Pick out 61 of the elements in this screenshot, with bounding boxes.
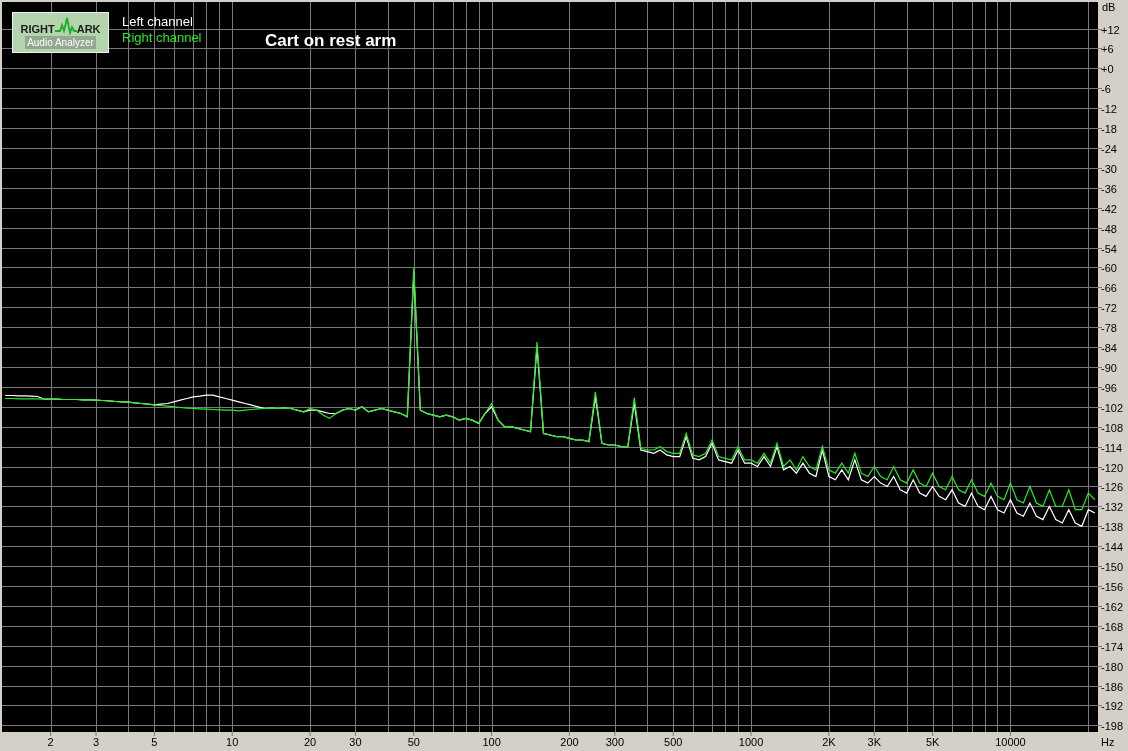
axis-tick-label: -156	[1101, 580, 1124, 593]
axis-tick-label: -150	[1101, 560, 1124, 573]
axis-tick-label: -174	[1101, 640, 1124, 653]
axis-tick-label: -42	[1101, 202, 1117, 215]
axis-tick-label: -96	[1101, 381, 1117, 394]
axis-tick-label: 200	[560, 736, 579, 748]
axis-tick-label: -102	[1101, 401, 1124, 414]
axis-tick-label: 50	[407, 736, 420, 748]
legend-label: Right channel	[122, 30, 202, 46]
axis-tick-label: -30	[1101, 162, 1117, 175]
legend-label: Left channel	[122, 14, 194, 30]
axis-tick-label: 100	[482, 736, 501, 748]
axis-tick-label: -108	[1101, 421, 1124, 434]
axis-tick-label: -186	[1101, 680, 1124, 693]
axis-tick-label: 3K	[867, 736, 881, 748]
axis-tick-label: -114	[1101, 441, 1123, 454]
axis-tick-label: -132	[1101, 500, 1124, 513]
axis-tick-label: -54	[1101, 242, 1117, 255]
axis-tick-label: -72	[1101, 301, 1117, 314]
axis-tick-label: 1000	[738, 736, 764, 748]
logo-text: RIGHT	[20, 22, 55, 35]
axis-tick-label: -120	[1101, 461, 1124, 474]
axis-tick-label: 5K	[925, 736, 940, 748]
axis-tick-label: 10000	[995, 736, 1026, 748]
axis-tick-label: -168	[1101, 620, 1124, 633]
waveform-icon	[54, 16, 77, 35]
axis-tick-label: 30	[349, 736, 362, 748]
axis-tick-label: -84	[1101, 341, 1117, 354]
axis-tick-label: 10	[226, 736, 239, 748]
axis-tick-label: -66	[1101, 281, 1117, 294]
axis-tick-label: -192	[1101, 699, 1124, 712]
axis-tick-label: -36	[1101, 182, 1117, 195]
axis-tick-label: -90	[1101, 361, 1117, 374]
axis-tick-label: -24	[1101, 142, 1117, 155]
logo-text: ARK	[76, 22, 101, 35]
axis-tick-label: -78	[1101, 321, 1117, 334]
axis-tick-label: -12	[1101, 102, 1117, 115]
axis-tick-label: -180	[1101, 660, 1124, 673]
chart-title: Cart on rest arm	[265, 31, 397, 51]
axis-tick-label: 300	[605, 736, 625, 748]
axis-tick-label: +0	[1101, 62, 1114, 75]
axis-tick-label: 2	[47, 736, 54, 748]
axis-tick-label: -126	[1101, 480, 1124, 493]
axis-tick-label: -138	[1101, 520, 1124, 533]
axis-label: dB	[1102, 1, 1116, 13]
axis-tick-label: -60	[1101, 261, 1117, 274]
axis-tick-label: -162	[1101, 600, 1124, 613]
axis-tick-label: -144	[1101, 540, 1124, 553]
axis-tick-label: -48	[1101, 222, 1117, 235]
axis-tick-label: 3	[92, 736, 100, 748]
axis-tick-label: 500	[664, 736, 683, 748]
axis-tick-label: -198	[1101, 719, 1124, 732]
axis-tick-label: +6	[1101, 42, 1114, 55]
axis-tick-label: 20	[303, 736, 317, 748]
axis-tick-label: -18	[1101, 122, 1117, 135]
axis-tick-label: 5	[151, 736, 158, 748]
axis-tick-label: +12	[1101, 23, 1120, 36]
logo-subtitle: Audio Analyzer	[25, 35, 96, 49]
axis-tick-label: -6	[1101, 82, 1111, 95]
axis-tick-label: 2K	[822, 736, 836, 748]
axis-label: Hz	[1101, 736, 1115, 748]
